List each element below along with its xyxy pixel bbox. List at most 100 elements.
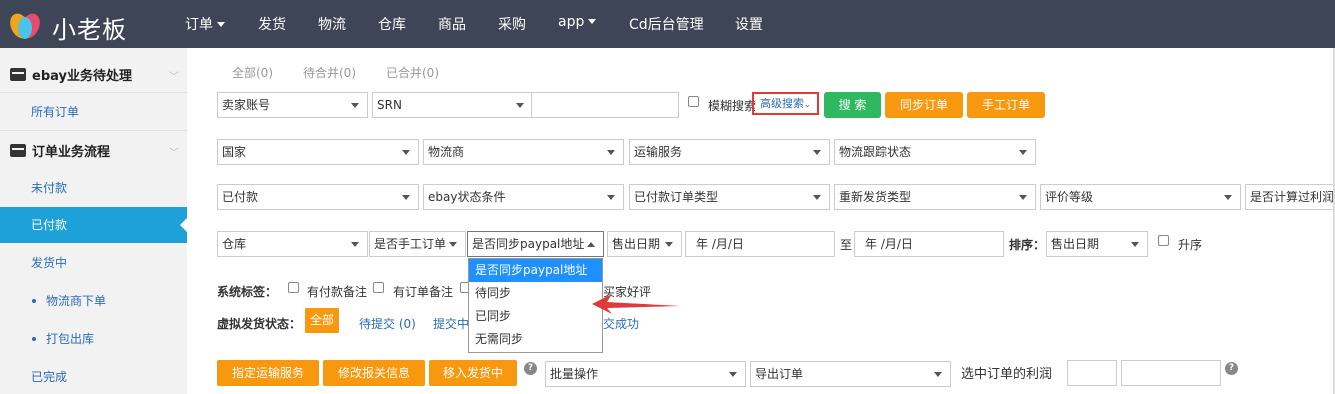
dropdown-arrow-icon [813, 150, 821, 155]
country-select[interactable]: 国家 [217, 139, 419, 165]
sync-orders-button[interactable]: 同步订单 [885, 92, 963, 118]
dropdown-arrow-icon [516, 103, 524, 108]
modify-customs-button[interactable]: 修改报关信息 [323, 360, 425, 386]
to-label: 至 [840, 238, 853, 252]
virtual-pending-link[interactable]: 待提交 (0) [359, 315, 416, 332]
dropdown-arrow-icon [1131, 242, 1139, 247]
paid-note-checkbox[interactable] [288, 282, 299, 293]
dropdown-option[interactable]: 无需同步 [469, 328, 602, 351]
caret-down-icon [588, 19, 597, 24]
help-icon[interactable]: ? [1225, 362, 1238, 375]
end-date-input[interactable]: 年 /月/日 [854, 231, 1004, 257]
ascending-checkbox[interactable] [1158, 235, 1169, 246]
dropdown-option[interactable]: 已同步 [469, 305, 602, 328]
dropdown-arrow-up-icon [587, 242, 595, 247]
chevron-down-icon[interactable]: ﹀ [169, 144, 179, 159]
tracking-status-select[interactable]: 物流跟踪状态 [834, 139, 1036, 165]
srn-select[interactable]: SRN [372, 92, 532, 118]
virtual-submitting-link[interactable]: 提交中 [433, 315, 469, 332]
dropdown-arrow-icon [1019, 195, 1027, 200]
selected-profit-label: 选中订单的利润 [961, 367, 1053, 382]
nav-products[interactable]: 商品 [438, 14, 466, 34]
tab-merged[interactable]: 已合并(0) [386, 64, 439, 81]
sale-date-select[interactable]: 售出日期 [607, 231, 682, 257]
dropdown-arrow-icon [402, 195, 410, 200]
fuzzy-search-checkbox[interactable] [688, 96, 699, 107]
move-to-shipping-button[interactable]: 移入发货中 [429, 360, 517, 386]
sort-select[interactable]: 售出日期 [1046, 231, 1148, 257]
search-button[interactable]: 搜 索 [824, 92, 881, 118]
carrier-select[interactable]: 物流商 [423, 139, 624, 165]
dropdown-arrow-icon [813, 195, 821, 200]
nav-warehouse[interactable]: 仓库 [378, 14, 406, 34]
dropdown-arrow-icon [934, 372, 942, 377]
dropdown-arrow-icon [607, 195, 615, 200]
virtual-all-button[interactable]: 全部 [305, 308, 339, 333]
profit-min-input[interactable] [1067, 360, 1117, 386]
order-note-label: 有订单备注 [393, 285, 454, 299]
sort-label: 排序： [1009, 238, 1046, 252]
red-arrow-annotation [592, 294, 680, 314]
divider [0, 92, 187, 93]
sidebar-item-all-orders[interactable]: 所有订单 [0, 94, 187, 130]
seller-account-select[interactable]: 卖家账号 [217, 92, 368, 118]
sidebar-item-paid[interactable]: 已付款 [0, 207, 187, 243]
shipping-service-select[interactable]: 运输服务 [629, 139, 830, 165]
dropdown-arrow-icon [351, 103, 359, 108]
sidebar-item-completed[interactable]: 已完成 [0, 359, 187, 394]
dropdown-arrow-icon [729, 372, 737, 377]
sidebar-item-logistics-order[interactable]: 物流商下单 [0, 283, 187, 319]
warehouse-select[interactable]: 仓库 [217, 231, 368, 257]
sidebar-section-order-flow[interactable]: 订单业务流程 [10, 141, 110, 160]
paid-order-type-select[interactable]: 已付款订单类型 [629, 184, 830, 210]
profit-max-input[interactable] [1121, 360, 1221, 386]
profit-calculated-select[interactable]: 是否计算过利润 [1245, 184, 1333, 210]
paypal-sync-dropdown: 是否同步paypal地址 待同步 已同步 无需同步 [468, 258, 603, 353]
tab-all[interactable]: 全部(0) [232, 64, 273, 81]
dropdown-arrow-icon [402, 150, 410, 155]
ebay-status-select[interactable]: ebay状态条件 [423, 184, 624, 210]
assign-shipping-button[interactable]: 指定运输服务 [217, 360, 319, 386]
dropdown-arrow-icon [665, 242, 673, 247]
dropdown-option[interactable]: 待同步 [469, 282, 602, 305]
virtual-success-link[interactable]: 交成功 [603, 315, 639, 332]
manual-order-select[interactable]: 是否手工订单 [369, 231, 466, 257]
sidebar-item-pack-out[interactable]: 打包出库 [0, 321, 187, 357]
tab-pending-merge[interactable]: 待合并(0) [303, 64, 356, 81]
nav-logistics[interactable]: 物流 [318, 14, 346, 34]
export-orders-select[interactable]: 导出订单 [750, 361, 951, 387]
nav-settings[interactable]: 设置 [735, 14, 763, 34]
store-icon [10, 144, 26, 157]
nav-app[interactable]: app [558, 14, 597, 30]
advanced-search-link[interactable]: 高级搜索⌄ [752, 92, 819, 115]
nav-orders[interactable]: 订单 [185, 14, 225, 34]
batch-actions-select[interactable]: 批量操作 [545, 361, 746, 387]
manual-order-button[interactable]: 手工订单 [967, 92, 1045, 118]
bullet-icon [32, 299, 36, 303]
payment-status-select[interactable]: 已付款 [217, 184, 419, 210]
fuzzy-search-label: 模糊搜索 [708, 99, 757, 113]
dropdown-option[interactable]: 是否同步paypal地址 [469, 259, 602, 282]
order-note-checkbox[interactable] [373, 282, 384, 293]
paid-note-label: 有付款备注 [307, 285, 368, 299]
logo-icon [10, 13, 40, 39]
virtual-status-label: 虚拟发货状态： [217, 317, 302, 331]
sidebar-item-unpaid[interactable]: 未付款 [0, 170, 187, 206]
help-icon[interactable]: ? [524, 362, 537, 375]
search-input[interactable] [531, 92, 679, 118]
ascending-label: 升序 [1178, 238, 1203, 252]
rating-level-select[interactable]: 评价等级 [1040, 184, 1241, 210]
paypal-sync-select[interactable]: 是否同步paypal地址 [467, 231, 604, 257]
nav-cd-admin[interactable]: Cd后台管理 [629, 14, 704, 34]
divider [0, 130, 187, 131]
chevron-down-icon[interactable]: ﹀ [169, 68, 179, 83]
sidebar-item-shipping[interactable]: 发货中 [0, 245, 187, 281]
start-date-input[interactable]: 年 /月/日 [685, 231, 835, 257]
sidebar-section-ebay[interactable]: ebay业务待处理 [10, 65, 132, 84]
system-tags-label: 系统标签： [217, 285, 278, 299]
nav-purchase[interactable]: 采购 [498, 14, 526, 34]
reship-type-select[interactable]: 重新发货类型 [834, 184, 1036, 210]
brand-name[interactable]: 小老板 [52, 10, 127, 45]
sidebar: ebay业务待处理 ﹀ 所有订单 订单业务流程 ﹀ 未付款 已付款 发货中 物流… [0, 48, 187, 394]
nav-shipping[interactable]: 发货 [258, 14, 286, 34]
